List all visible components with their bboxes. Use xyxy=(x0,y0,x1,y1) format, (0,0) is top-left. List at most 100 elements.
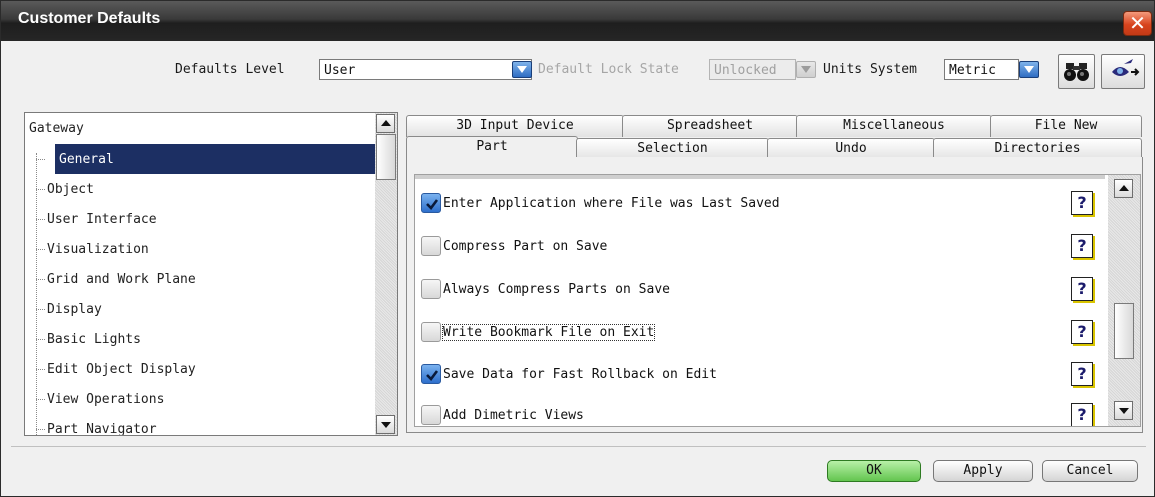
tree-connector xyxy=(36,399,45,400)
checkmark-icon xyxy=(426,199,439,210)
option-label: Write Bookmark File on Exit xyxy=(441,324,656,341)
tab-miscellaneous[interactable]: Miscellaneous xyxy=(796,115,992,137)
tree-item-label: General xyxy=(59,152,114,167)
options-scroll-up-button[interactable] xyxy=(1114,179,1133,198)
tree-item-general[interactable]: General xyxy=(25,144,365,174)
tree-connector xyxy=(36,159,45,160)
defaults-level-label: Defaults Level xyxy=(175,62,285,77)
option-label: Add Dimetric Views xyxy=(443,408,584,423)
category-tree[interactable]: Gateway General Object User Interface Vi… xyxy=(24,112,398,436)
back-button[interactable] xyxy=(1101,54,1145,89)
tree-connector xyxy=(36,219,45,220)
help-button[interactable]: ? xyxy=(1071,403,1093,426)
tree-item-label: User Interface xyxy=(47,212,157,227)
tab-3d-input-device[interactable]: 3D Input Device xyxy=(406,115,624,137)
option-label: Save Data for Fast Rollback on Edit xyxy=(443,367,717,382)
option-row[interactable]: Save Data for Fast Rollback on Edit ? xyxy=(421,362,1101,390)
tree-scroll-up-button[interactable] xyxy=(376,114,395,133)
title-bar[interactable]: Customer Defaults ✕ xyxy=(1,1,1154,41)
question-icon: ? xyxy=(1077,322,1087,341)
lock-state-dropdown-button xyxy=(796,61,816,78)
tab-spreadsheet[interactable]: Spreadsheet xyxy=(622,115,798,137)
arrow-down-icon xyxy=(1119,408,1129,414)
ok-button[interactable]: OK xyxy=(827,460,921,482)
option-row[interactable]: Enter Application where File was Last Sa… xyxy=(421,191,1101,219)
find-button[interactable] xyxy=(1058,54,1095,89)
option-row[interactable]: Compress Part on Save ? xyxy=(421,234,1101,262)
option-checkbox[interactable] xyxy=(421,236,441,256)
help-button[interactable]: ? xyxy=(1071,320,1093,344)
question-icon: ? xyxy=(1077,193,1087,212)
help-button[interactable]: ? xyxy=(1071,362,1093,386)
option-checkbox[interactable] xyxy=(421,405,441,425)
tree-guide-line xyxy=(36,153,37,435)
apply-button[interactable]: Apply xyxy=(933,460,1033,482)
options-list: Enter Application where File was Last Sa… xyxy=(414,174,1141,427)
lock-state-value: Unlocked xyxy=(714,63,777,78)
arrow-up-icon xyxy=(1119,185,1129,191)
tree-item-label: Grid and Work Plane xyxy=(47,272,196,287)
arrow-up-icon xyxy=(381,120,391,126)
arrow-down-icon xyxy=(381,422,391,428)
tab-file-new[interactable]: File New xyxy=(990,115,1142,137)
cancel-button[interactable]: Cancel xyxy=(1042,460,1138,482)
option-label: Always Compress Parts on Save xyxy=(443,282,670,297)
tree-scroll-thumb[interactable] xyxy=(376,134,396,180)
chevron-down-icon xyxy=(801,66,811,73)
option-checkbox[interactable] xyxy=(421,193,441,213)
units-system-dropdown-button[interactable] xyxy=(1019,61,1039,78)
tree-item-label: Display xyxy=(47,302,102,317)
tree-connector xyxy=(36,309,45,310)
defaults-level-dropdown-button[interactable] xyxy=(512,61,532,78)
tree-connector xyxy=(36,189,45,190)
checkmark-icon xyxy=(426,370,439,381)
options-top-divider xyxy=(415,175,1105,179)
chevron-down-icon xyxy=(517,66,527,73)
tab-part[interactable]: Part xyxy=(406,136,578,159)
tree-root-label: Gateway xyxy=(29,121,84,136)
tree-item-label: View Operations xyxy=(47,392,165,407)
question-icon: ? xyxy=(1077,364,1087,383)
tree-connector xyxy=(36,429,45,430)
option-checkbox[interactable] xyxy=(421,364,441,384)
lock-state-select: Unlocked xyxy=(709,59,796,80)
help-button[interactable]: ? xyxy=(1071,277,1093,301)
tree-connector xyxy=(36,249,45,250)
help-button[interactable]: ? xyxy=(1071,191,1093,215)
tree-connector xyxy=(36,279,45,280)
question-icon: ? xyxy=(1077,236,1087,255)
tree-scrollbar[interactable] xyxy=(375,113,397,435)
options-scroll-down-button[interactable] xyxy=(1114,401,1133,420)
option-checkbox[interactable] xyxy=(421,322,441,342)
option-checkbox[interactable] xyxy=(421,279,441,299)
tree-item-label: Basic Lights xyxy=(47,332,141,347)
footer-divider xyxy=(11,446,1146,447)
units-system-select[interactable]: Metric xyxy=(944,59,1019,80)
options-scroll-thumb[interactable] xyxy=(1114,303,1134,359)
lock-state-label: Default Lock State xyxy=(538,62,679,77)
option-label: Enter Application where File was Last Sa… xyxy=(443,196,780,211)
eye-arrow-icon xyxy=(1112,59,1140,76)
options-scrollbar[interactable] xyxy=(1108,175,1140,426)
option-row[interactable]: Write Bookmark File on Exit ? xyxy=(421,320,1101,348)
close-button[interactable]: ✕ xyxy=(1123,11,1152,36)
chevron-down-icon xyxy=(1024,66,1034,73)
question-icon: ? xyxy=(1077,279,1087,298)
defaults-level-value: User xyxy=(324,63,356,78)
tree-item-label: Part Navigator xyxy=(47,422,157,436)
tree-item-label: Visualization xyxy=(47,242,149,257)
option-row[interactable]: Always Compress Parts on Save ? xyxy=(421,277,1101,305)
option-row[interactable]: Add Dimetric Views ? xyxy=(421,403,1101,426)
tree-item-label: Object xyxy=(47,182,94,197)
customer-defaults-dialog: Customer Defaults ✕ Defaults Level User … xyxy=(0,0,1155,497)
help-button[interactable]: ? xyxy=(1071,234,1093,258)
tree-connector xyxy=(36,369,45,370)
units-system-label: Units System xyxy=(823,62,917,77)
defaults-level-select[interactable]: User xyxy=(319,59,532,80)
window-title: Customer Defaults xyxy=(18,10,161,27)
tree-item-label: Edit Object Display xyxy=(47,362,196,377)
question-icon: ? xyxy=(1077,405,1087,424)
close-icon: ✕ xyxy=(1129,11,1146,35)
binoculars-icon xyxy=(1064,63,1089,81)
tree-scroll-down-button[interactable] xyxy=(376,415,395,434)
